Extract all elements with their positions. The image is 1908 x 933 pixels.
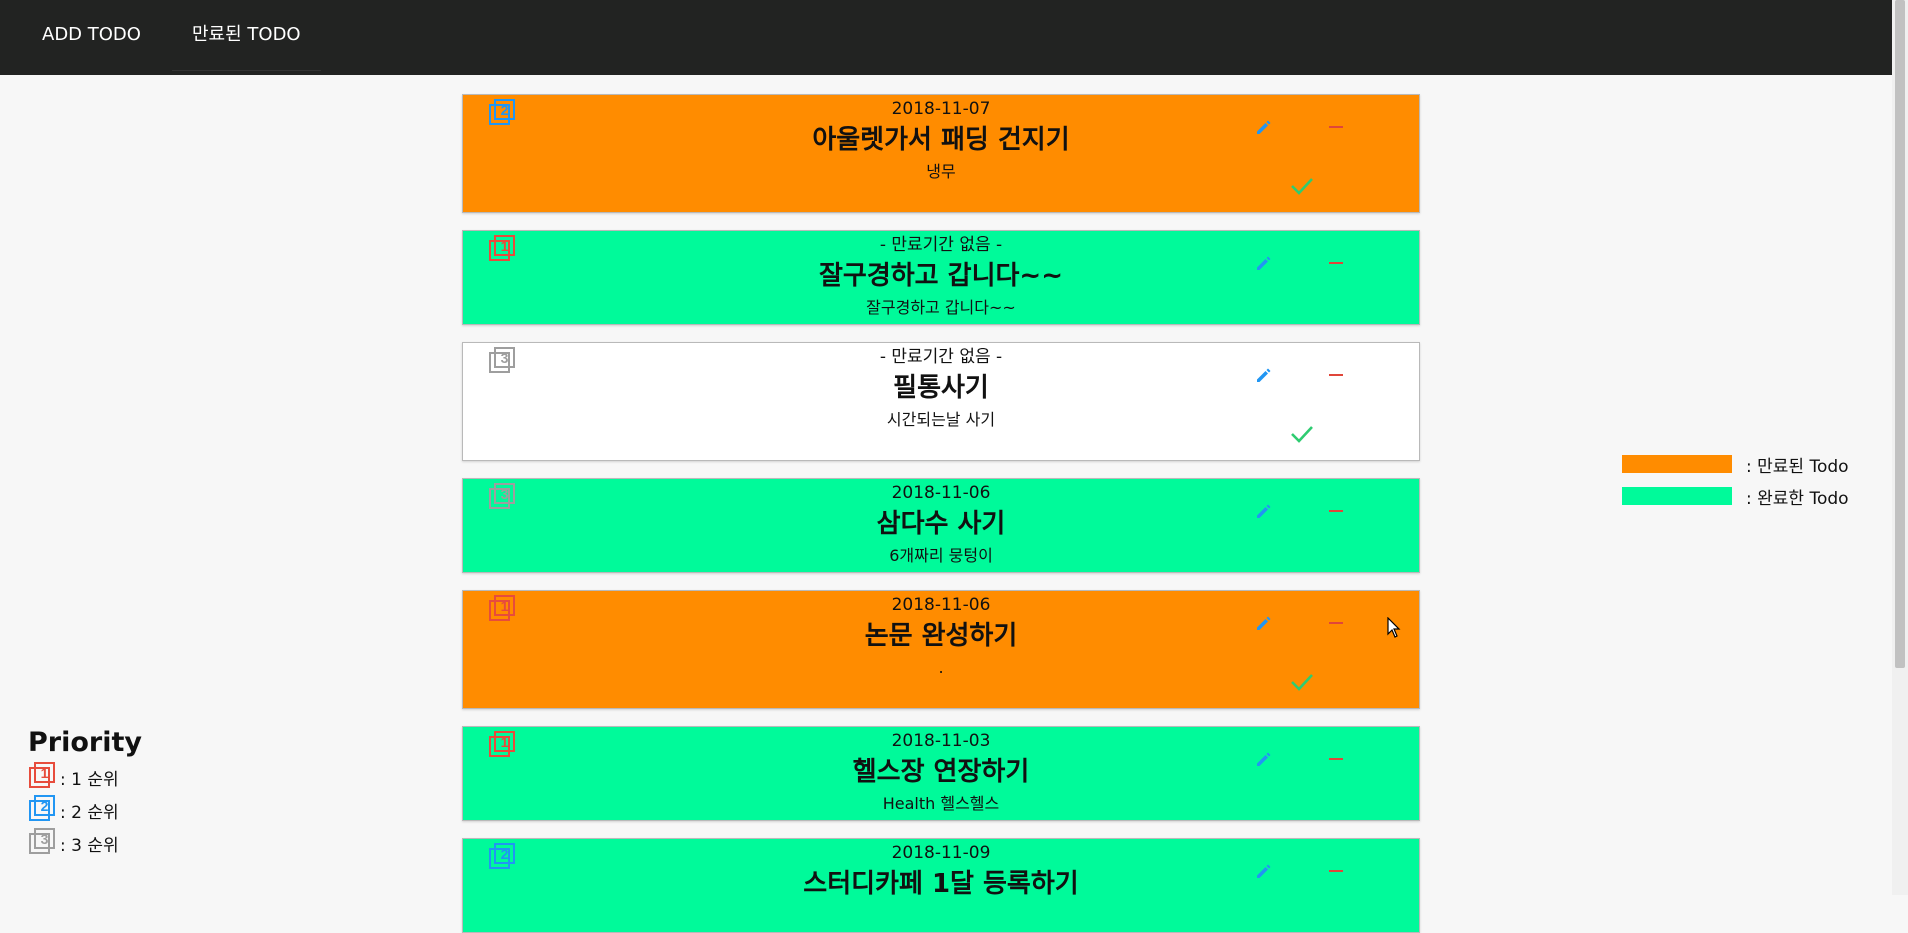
todo-date: 2018-11-03 <box>891 731 991 751</box>
todo-card: 2 2018-11-09 스터디카페 1달 등록하기 <box>462 838 1420 933</box>
legend-done: : 완료한 Todo <box>1622 485 1849 509</box>
todo-title: 삼다수 사기 <box>876 509 1006 539</box>
priority-legend-row: 2 : 2 순위 <box>28 794 142 827</box>
todo-card: 1 2018-11-03 헬스장 연장하기 Health 헬스헬스 <box>462 726 1420 821</box>
edit-pencil-icon[interactable] <box>1254 501 1274 521</box>
todo-description: 6개짜리 뭉텅이 <box>889 546 993 565</box>
priority-legend-row: 3 : 3 순위 <box>28 827 142 860</box>
todo-date: - 만료기간 없음 - <box>879 235 1003 255</box>
priority-3-icon: 3 <box>28 827 60 860</box>
todo-title: 아울렛가서 패딩 건지기 <box>812 125 1070 155</box>
todo-card: 1- 만료기간 없음 - 잘구경하고 갑니다~~ 잘구경하고 갑니다~~ <box>462 230 1420 325</box>
mouse-cursor-icon <box>1387 617 1401 638</box>
priority-2-icon: 2 <box>28 794 60 827</box>
todo-date: 2018-11-06 <box>891 595 991 615</box>
todo-title: 잘구경하고 갑니다~~ <box>819 261 1063 291</box>
todo-card: 3- 만료기간 없음 - 필통사기 시간되는날 사기 <box>462 342 1420 461</box>
remove-minus-icon[interactable] <box>1329 126 1343 128</box>
edit-pencil-icon[interactable] <box>1254 365 1274 385</box>
svg-text:2: 2 <box>41 798 49 814</box>
todo-title: 스터디카페 1달 등록하기 <box>803 869 1079 899</box>
top-navbar: ADD TODO 만료된 TODO <box>0 0 1892 75</box>
todo-card: 2 2018-11-07 아울렛가서 패딩 건지기 냉무 <box>462 94 1420 213</box>
svg-text:1: 1 <box>41 765 49 781</box>
todo-card: 3 2018-11-06 삼다수 사기 6개짜리 뭉텅이 <box>462 478 1420 573</box>
complete-check-icon[interactable] <box>1289 671 1315 693</box>
todo-date: - 만료기간 없음 - <box>879 347 1003 367</box>
remove-minus-icon[interactable] <box>1329 510 1343 512</box>
todo-card: 1 2018-11-06 논문 완성하기. <box>462 590 1420 709</box>
priority-legend: Priority 1 : 1 순위 2 : 2 순위 3 : 3 순위 <box>28 725 142 860</box>
todo-description: . <box>938 658 944 677</box>
legend-expired: : 만료된 Todo <box>1622 453 1849 477</box>
edit-pencil-icon[interactable] <box>1254 749 1274 769</box>
todo-title: 헬스장 연장하기 <box>852 757 1030 787</box>
todo-description: 시간되는날 사기 <box>886 410 996 429</box>
svg-text:3: 3 <box>41 831 49 847</box>
priority-legend-label: : 1 순위 <box>60 770 119 790</box>
nav-expired-todo[interactable]: 만료된 TODO <box>172 0 321 71</box>
priority-legend-row: 1 : 1 순위 <box>28 761 142 794</box>
edit-pencil-icon[interactable] <box>1254 861 1274 881</box>
todo-title: 필통사기 <box>893 373 989 403</box>
edit-pencil-icon[interactable] <box>1254 613 1274 633</box>
priority-legend-label: : 3 순위 <box>60 836 119 856</box>
legend-expired-label: : 만료된 Todo <box>1746 456 1849 477</box>
priority-legend-label: : 2 순위 <box>60 803 119 823</box>
legend-done-label: : 완료한 Todo <box>1746 488 1849 509</box>
todo-title: 논문 완성하기 <box>864 621 1018 651</box>
edit-pencil-icon[interactable] <box>1254 253 1274 273</box>
nav-add-todo[interactable]: ADD TODO <box>22 0 161 70</box>
complete-check-icon[interactable] <box>1289 423 1315 445</box>
remove-minus-icon[interactable] <box>1329 262 1343 264</box>
remove-minus-icon[interactable] <box>1329 758 1343 760</box>
todo-date: 2018-11-06 <box>891 483 991 503</box>
priority-legend-items: 1 : 1 순위 2 : 2 순위 3 : 3 순위 <box>28 761 142 860</box>
scrollbar-thumb[interactable] <box>1895 0 1905 668</box>
scrollbar[interactable] <box>1892 0 1908 895</box>
todo-description: 잘구경하고 갑니다~~ <box>866 298 1016 317</box>
todo-description: Health 헬스헬스 <box>882 794 1000 813</box>
legend-done-swatch <box>1622 487 1732 505</box>
priority-legend-title: Priority <box>28 727 142 758</box>
remove-minus-icon[interactable] <box>1329 622 1343 624</box>
todo-date: 2018-11-07 <box>891 99 991 119</box>
legend-expired-swatch <box>1622 455 1732 473</box>
todo-description: 냉무 <box>926 162 956 181</box>
complete-check-icon[interactable] <box>1289 175 1315 197</box>
edit-pencil-icon[interactable] <box>1254 117 1274 137</box>
priority-1-icon: 1 <box>28 761 60 794</box>
todo-date: 2018-11-09 <box>891 843 991 863</box>
remove-minus-icon[interactable] <box>1329 870 1343 872</box>
remove-minus-icon[interactable] <box>1329 374 1343 376</box>
